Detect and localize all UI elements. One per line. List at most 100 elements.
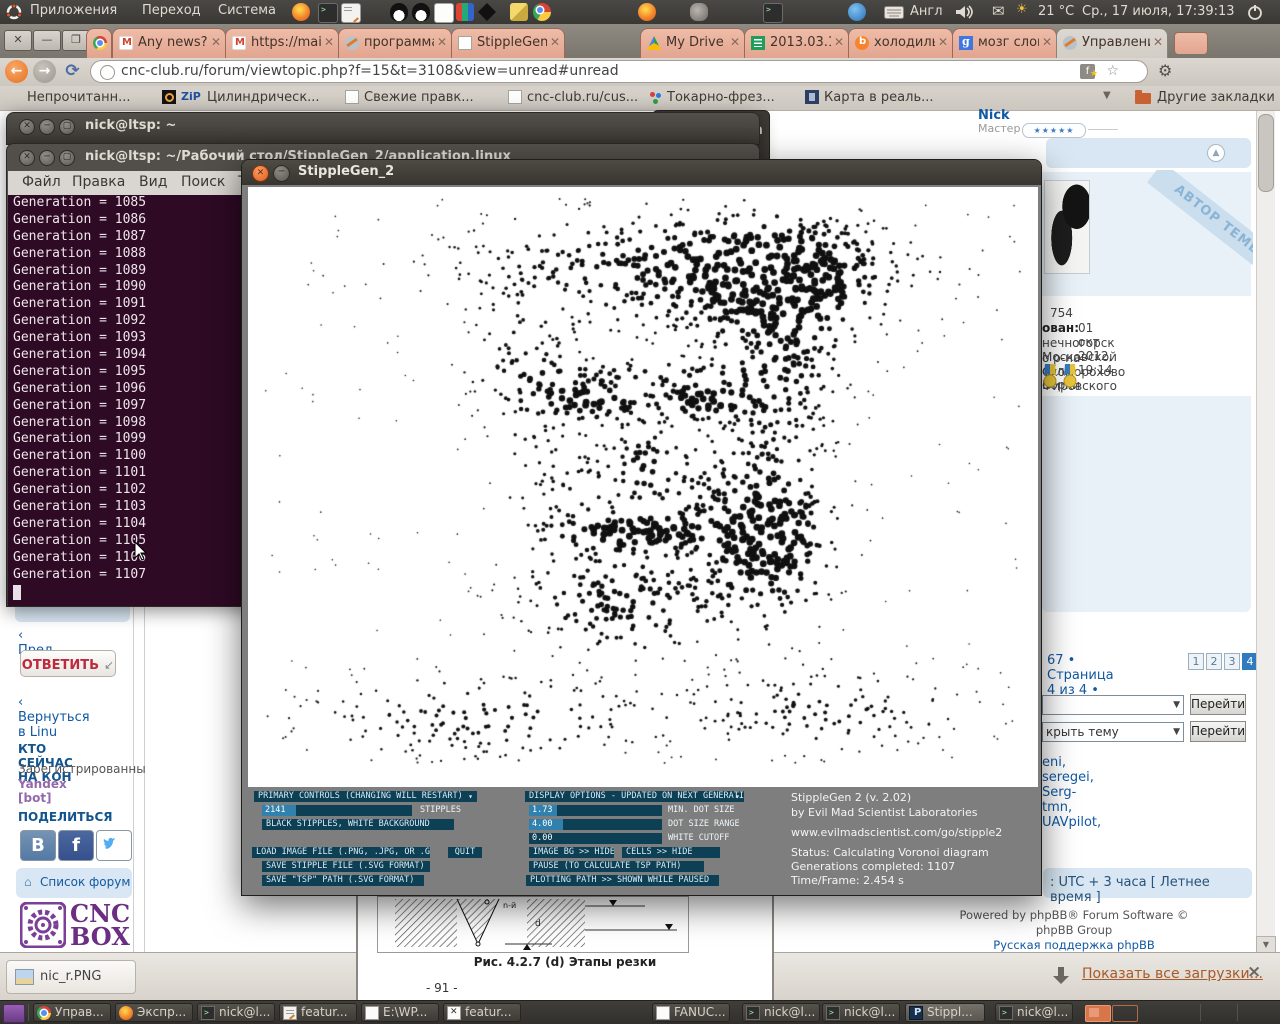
new-tab-button[interactable]	[1174, 32, 1208, 54]
vk-share-button[interactable]: B	[20, 830, 56, 861]
volume-icon[interactable]	[955, 4, 977, 20]
thunderbird-tray-icon[interactable]	[848, 3, 866, 21]
taskbar-item-7[interactable]: nick@l...	[742, 1003, 820, 1022]
tux-icon[interactable]	[412, 3, 430, 21]
tab-3[interactable]: программа о ✕	[338, 28, 452, 58]
tab-close-icon[interactable]: ✕	[730, 35, 740, 49]
keyboard-layout-icon[interactable]	[884, 6, 904, 19]
close-icon[interactable]: ✕	[252, 165, 269, 182]
stipplegen-titlebar[interactable]: ✕ ─ StippleGen_2	[242, 160, 1041, 185]
tab-close-icon[interactable]: ✕	[211, 35, 221, 49]
scrollbar-thumb[interactable]	[1258, 114, 1274, 192]
temperature-indicator[interactable]: 21 °C	[1038, 4, 1074, 19]
forward-button[interactable]: →	[33, 60, 56, 83]
invert-colors-button[interactable]: BLACK STIPPLES, WHITE BACKGROUND	[262, 819, 454, 830]
twitter-share-button[interactable]	[96, 830, 132, 861]
go-button[interactable]: Перейти	[1190, 721, 1246, 742]
scrollbar-track[interactable]	[1256, 111, 1275, 952]
terminal-tray-icon[interactable]	[763, 3, 783, 23]
bot-user-link[interactable]: Yandex [bot]	[18, 777, 67, 805]
keyboard-layout-indicator[interactable]: Англ	[910, 4, 943, 19]
tab-close-icon[interactable]: ✕	[1042, 35, 1052, 49]
tab-6[interactable]: 2013.03.11 - ✕	[744, 28, 849, 58]
save-tsp-button[interactable]: SAVE "TSP" PATH (.SVG FORMAT)	[262, 875, 424, 886]
gedit-launcher-icon[interactable]	[341, 3, 361, 23]
other-bookmarks-button[interactable]: Другие закладки	[1157, 90, 1275, 105]
forum-list-link[interactable]: Список форум	[40, 875, 130, 889]
tab-close-icon[interactable]: ✕	[1153, 35, 1163, 49]
chromium-launcher-icon[interactable]	[533, 3, 551, 21]
page-3-button[interactable]: 3	[1224, 653, 1240, 670]
phpbb-support-link[interactable]: Русская поддержка phpBB	[958, 938, 1190, 953]
bookmarks-overflow-chevron[interactable]: ▼	[1103, 90, 1111, 101]
dot-size-range-slider[interactable]: 4.00	[529, 819, 662, 830]
stipplegen-window[interactable]: ✕ ─ StippleGen_2 PRIMARY CONTROLS (CHANG…	[241, 159, 1042, 896]
menu-edit[interactable]: Правка	[72, 174, 125, 190]
weather-icon[interactable]: ☀	[1016, 2, 1028, 17]
downloaded-file-button[interactable]: nic_r.PNG	[6, 960, 136, 994]
pause-button[interactable]: PAUSE (TO CALCULATE TSP PATH)	[529, 861, 704, 872]
tab-1[interactable]: Any news? - ✕	[112, 28, 226, 58]
address-bar[interactable]: cnc-club.ru/forum/viewtopic.php?f=15&t=3…	[90, 60, 1148, 83]
window-close-button[interactable]: ✕	[4, 30, 32, 51]
page-1-button[interactable]: 1	[1188, 653, 1204, 670]
cells-toggle[interactable]: CELLS >> HIDE	[622, 847, 720, 858]
minimize-icon[interactable]: ─	[273, 165, 290, 182]
menu-system[interactable]: Система	[218, 3, 276, 18]
close-shelf-icon[interactable]: ×	[1247, 962, 1261, 982]
minimize-icon[interactable]: ─	[39, 119, 55, 135]
show-desktop-button[interactable]	[3, 1004, 25, 1023]
topic-action-select[interactable]: крыть тему ▼	[1042, 722, 1184, 742]
stipples-slider[interactable]: 2141	[262, 805, 412, 816]
menu-view[interactable]: Вид	[139, 174, 167, 190]
taskbar-item-3[interactable]: featur...	[279, 1003, 357, 1022]
quit-button[interactable]: QUIT	[448, 847, 482, 858]
tab-close-icon[interactable]: ✕	[437, 35, 447, 49]
bookmark-item[interactable]: cnc-club.ru/cus...	[527, 90, 638, 105]
chart-launcher-icon[interactable]	[456, 3, 474, 21]
taskbar-item-8[interactable]: nick@l...	[822, 1003, 900, 1022]
ubuntu-logo-icon[interactable]	[6, 4, 22, 20]
reload-button[interactable]: ⟳	[61, 60, 84, 83]
facebook-share-button[interactable]: f	[58, 830, 94, 861]
tab-close-icon[interactable]: ✕	[550, 35, 560, 49]
menu-search[interactable]: Поиск	[181, 174, 225, 190]
terminal-window-1[interactable]: ✕ ─ ▢ nick@ltsp: ~	[6, 112, 760, 145]
maximize-icon[interactable]: ▢	[59, 119, 75, 135]
tab-2[interactable]: https://mail.g ✕	[225, 28, 339, 58]
load-image-button[interactable]: LOAD IMAGE FILE (.PNG, .JPG, OR .GIF)	[252, 847, 430, 858]
firefox-launcher-icon[interactable]	[292, 3, 310, 21]
mail-icon[interactable]: ✉	[992, 2, 1005, 20]
workspace-2[interactable]	[1112, 1005, 1138, 1022]
jump-select[interactable]: ▼	[1042, 695, 1184, 715]
show-all-downloads-link[interactable]: Показать все загрузки...	[1082, 966, 1263, 982]
back-to-forum-link[interactable]: ‹ Вернуться в Linu	[18, 695, 90, 740]
go-button[interactable]: Перейти	[1190, 694, 1246, 715]
window-minimize-button[interactable]: —	[33, 30, 61, 51]
taskbar-item-2[interactable]: nick@l...	[197, 1003, 275, 1022]
taskbar-item-1[interactable]: Экспр...	[115, 1003, 193, 1022]
tab-close-icon[interactable]: ✕	[834, 35, 844, 49]
bookmark-item[interactable]: Токарно-фрез...	[667, 90, 775, 105]
bookmark-star-icon[interactable]: ☆	[1106, 61, 1119, 82]
tab-7[interactable]: холодиль ник ✕	[848, 28, 953, 58]
terminal-launcher-icon[interactable]	[318, 3, 338, 23]
minimize-icon[interactable]: ─	[39, 150, 55, 166]
tab-close-icon[interactable]: ✕	[938, 35, 948, 49]
orange-app-icon[interactable]	[638, 3, 656, 21]
menu-applications[interactable]: Приложения	[30, 3, 117, 18]
ruler-launcher-icon[interactable]	[510, 3, 528, 21]
plotting-path-toggle[interactable]: PLOTTING PATH >> SHOWN WHILE PAUSED	[526, 875, 719, 886]
close-icon[interactable]: ✕	[19, 119, 35, 135]
writer-launcher-icon[interactable]	[434, 3, 454, 23]
scroll-to-top-button[interactable]: ▲	[1207, 144, 1225, 162]
menu-file[interactable]: Файл	[22, 174, 61, 190]
taskbar-item-6[interactable]: FANUC...	[652, 1003, 730, 1022]
taskbar-item-4[interactable]: E:\WP...	[361, 1003, 439, 1022]
tab-9-active[interactable]: Управление ✕	[1056, 28, 1168, 58]
min-dot-size-slider[interactable]: 1.73	[529, 805, 662, 816]
image-bg-toggle[interactable]: IMAGE BG >> HIDE	[529, 847, 614, 858]
menu-places[interactable]: Переход	[142, 3, 201, 18]
author-name-link[interactable]: Nick	[978, 108, 1010, 123]
taskbar-item-0[interactable]: Управ...	[33, 1003, 111, 1022]
